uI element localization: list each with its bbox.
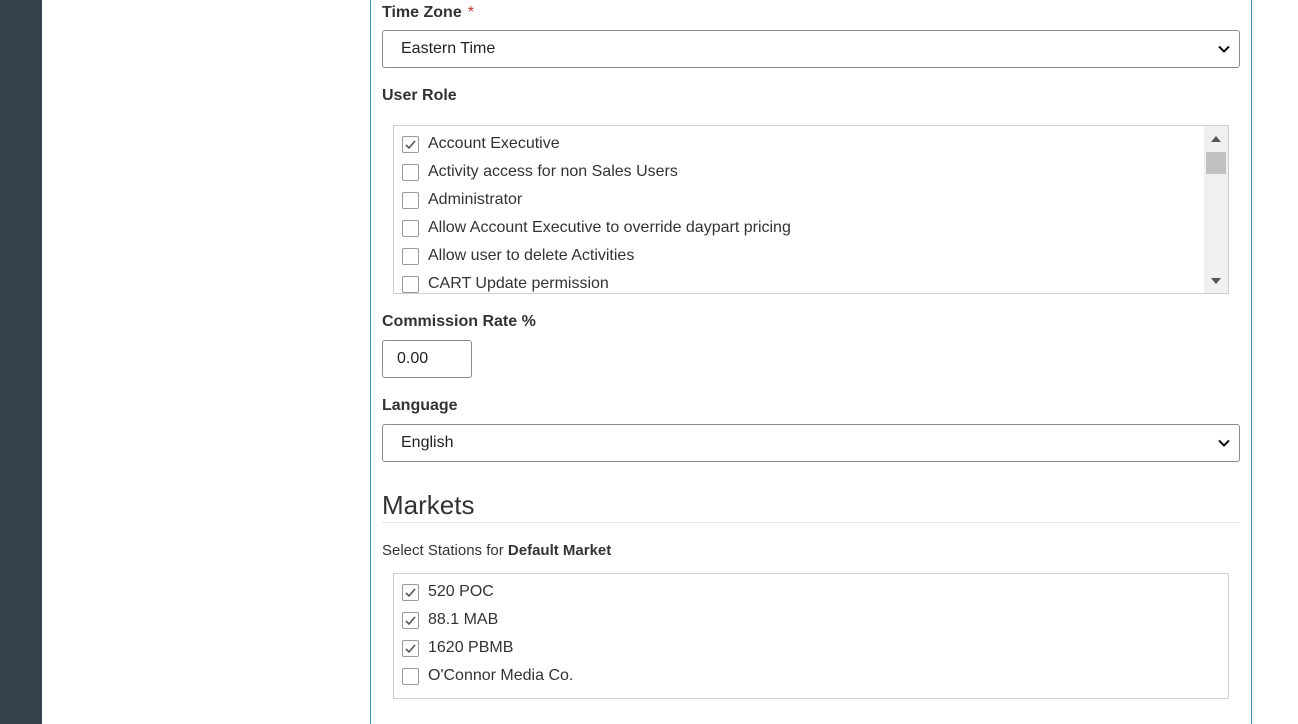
list-item-label: Activity access for non Sales Users [428, 163, 678, 180]
check-icon [405, 643, 416, 653]
checkbox[interactable] [402, 191, 419, 209]
commission-rate-label: Commission Rate % [382, 313, 536, 330]
divider [382, 522, 1240, 523]
time-zone-label: Time Zone * [382, 4, 474, 22]
check-icon [405, 587, 416, 597]
language-selected-value: English [401, 434, 454, 451]
list-item-label: Allow Account Executive to override dayp… [428, 219, 791, 236]
checkbox[interactable] [402, 135, 419, 153]
checkbox[interactable] [402, 247, 419, 265]
chevron-down-icon [1218, 439, 1230, 447]
stations-instruction: Select Stations for Default Market [382, 542, 611, 559]
checkbox[interactable] [402, 275, 419, 293]
time-zone-selected-value: Eastern Time [401, 40, 496, 57]
markets-heading: Markets [382, 490, 475, 520]
triangle-up-icon[interactable] [1204, 126, 1228, 150]
stations-instruction-prefix: Select Stations for [382, 542, 504, 559]
left-sidebar [0, 0, 42, 724]
check-icon [405, 139, 416, 149]
scrollbar[interactable] [1204, 126, 1228, 293]
chevron-down-icon [1218, 45, 1230, 53]
list-item-label: 520 POC [428, 583, 494, 600]
triangle-down-icon[interactable] [1204, 269, 1228, 293]
list-item-label: CART Update permission [428, 275, 609, 292]
check-icon [405, 615, 416, 625]
user-role-label: User Role [382, 87, 457, 104]
required-marker: * [467, 4, 474, 21]
language-select[interactable]: English [382, 424, 1240, 462]
stations-listbox[interactable]: 520 POC 88.1 MAB 1620 PBMB O'Connor Medi… [393, 573, 1229, 699]
list-item-label: 88.1 MAB [428, 611, 499, 628]
list-item-label: Administrator [428, 191, 523, 208]
language-label: Language [382, 397, 458, 414]
time-zone-label-text: Time Zone [382, 4, 462, 21]
checkbox[interactable] [402, 163, 419, 181]
default-market-name: Default Market [507, 542, 612, 559]
checkbox[interactable] [402, 639, 419, 657]
scroll-thumb[interactable] [1206, 152, 1226, 174]
checkbox[interactable] [402, 219, 419, 237]
checkbox[interactable] [402, 667, 419, 685]
list-item-label: 1620 PBMB [428, 639, 514, 656]
time-zone-select[interactable]: Eastern Time [382, 30, 1240, 68]
commission-rate-input[interactable]: 0.00 [382, 340, 472, 378]
list-item-label: Allow user to delete Activities [428, 247, 635, 264]
checkbox[interactable] [402, 583, 419, 601]
checkbox[interactable] [402, 611, 419, 629]
user-role-listbox[interactable]: Account Executive Activity access for no… [393, 125, 1229, 294]
list-item-label: Account Executive [428, 135, 560, 152]
list-item-label: O'Connor Media Co. [428, 667, 574, 684]
